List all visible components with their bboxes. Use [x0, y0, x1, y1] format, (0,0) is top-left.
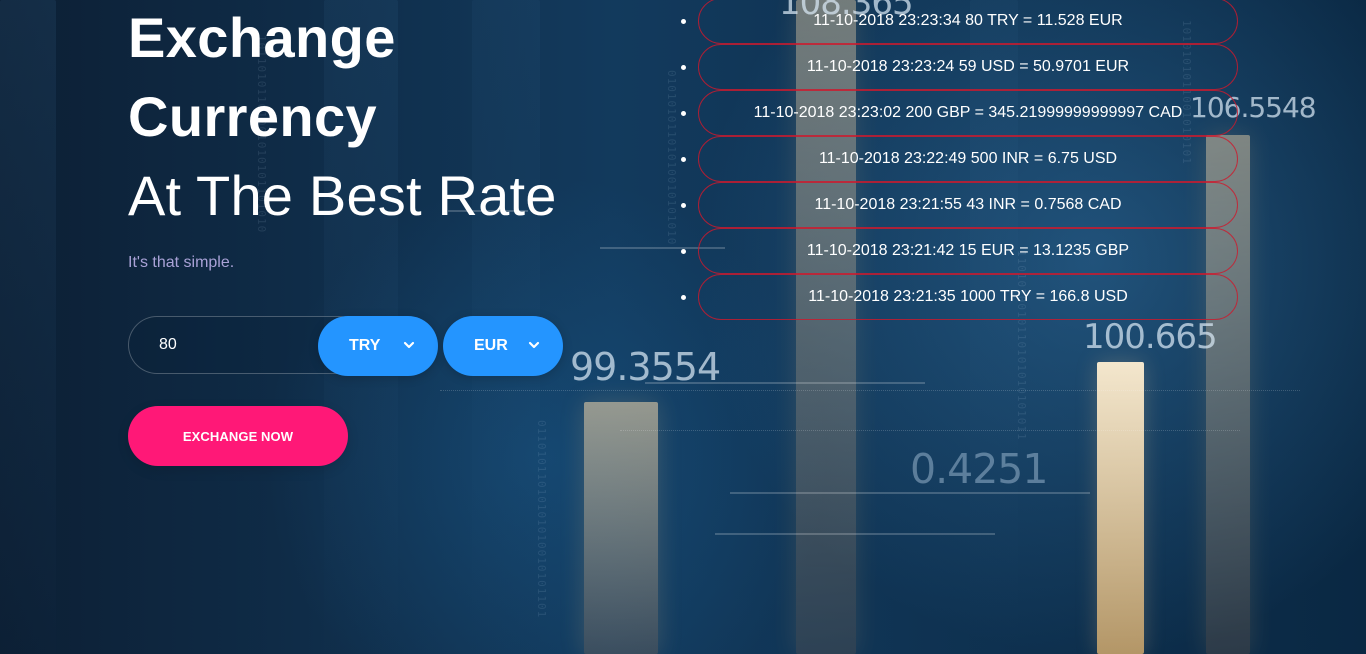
history-item-text: 11-10-2018 23:21:55 43 INR = 0.7568 CAD	[814, 196, 1122, 213]
bullet-icon	[681, 295, 686, 300]
bullet-icon	[681, 203, 686, 208]
history-item: 11-10-2018 23:21:42 15 EUR = 13.1235 GBP	[681, 228, 1238, 274]
to-currency-select[interactable]: EUR	[443, 316, 563, 376]
exchange-hero: Exchange Currency At The Best Rate It's …	[128, 0, 628, 466]
chart-dotted-line	[440, 390, 1300, 391]
chart-grid-line	[715, 533, 995, 535]
from-currency-value: TRY	[349, 337, 381, 354]
history-item: 11-10-2018 23:22:49 500 INR = 6.75 USD	[681, 136, 1238, 182]
background-column	[0, 0, 56, 654]
chart-grid-line	[730, 492, 1090, 494]
history-item-text: 11-10-2018 23:21:42 15 EUR = 13.1235 GBP	[806, 242, 1130, 259]
exchange-now-button[interactable]: EXCHANGE NOW	[128, 406, 348, 466]
title-line-best-rate: At The Best Rate	[128, 164, 557, 227]
history-item: 11-10-2018 23:21:55 43 INR = 0.7568 CAD	[681, 182, 1238, 228]
history-item-text: 11-10-2018 23:23:34 80 TRY = 11.528 EUR	[813, 12, 1123, 29]
binary-decoration: 01010101101010010101010	[665, 70, 678, 246]
to-currency-value: EUR	[474, 337, 508, 354]
chevron-down-icon	[528, 341, 540, 349]
history-item: 11-10-2018 23:23:34 80 TRY = 11.528 EUR	[681, 0, 1238, 44]
chart-dotted-line	[620, 430, 1240, 431]
chart-bar	[1097, 362, 1144, 654]
history-item-text: 11-10-2018 23:21:35 1000 TRY = 166.8 USD	[808, 288, 1128, 305]
chart-value-label: 0.4251	[910, 445, 1048, 493]
chart-value-label: 100.665	[1083, 317, 1218, 357]
history-item-text: 11-10-2018 23:23:02 200 GBP = 345.219999…	[753, 104, 1183, 121]
exchange-history-list: 11-10-2018 23:23:34 80 TRY = 11.528 EUR …	[681, 0, 1238, 320]
title-line-exchange: Exchange	[128, 6, 396, 69]
bullet-icon	[681, 19, 686, 24]
from-currency-select[interactable]: TRY	[318, 316, 438, 376]
history-item: 11-10-2018 23:21:35 1000 TRY = 166.8 USD	[681, 274, 1238, 320]
exchange-form: TRY EUR	[128, 316, 578, 376]
history-item: 11-10-2018 23:23:24 59 USD = 50.9701 EUR	[681, 44, 1238, 90]
history-item: 11-10-2018 23:23:02 200 GBP = 345.219999…	[681, 90, 1238, 136]
history-item-text: 11-10-2018 23:23:24 59 USD = 50.9701 EUR	[806, 58, 1130, 75]
exchange-page: 10110101101001010101101010 0110101101010…	[0, 0, 1366, 654]
chart-bar	[584, 402, 658, 654]
bullet-icon	[681, 249, 686, 254]
bullet-icon	[681, 65, 686, 70]
chart-grid-line	[645, 382, 925, 384]
bullet-icon	[681, 111, 686, 116]
page-title: Exchange Currency At The Best Rate	[128, 0, 628, 235]
hero-subtitle: It's that simple.	[128, 254, 235, 271]
history-item-text: 11-10-2018 23:22:49 500 INR = 6.75 USD	[818, 150, 1118, 167]
bullet-icon	[681, 157, 686, 162]
chevron-down-icon	[403, 341, 415, 349]
title-line-currency: Currency	[128, 85, 378, 148]
